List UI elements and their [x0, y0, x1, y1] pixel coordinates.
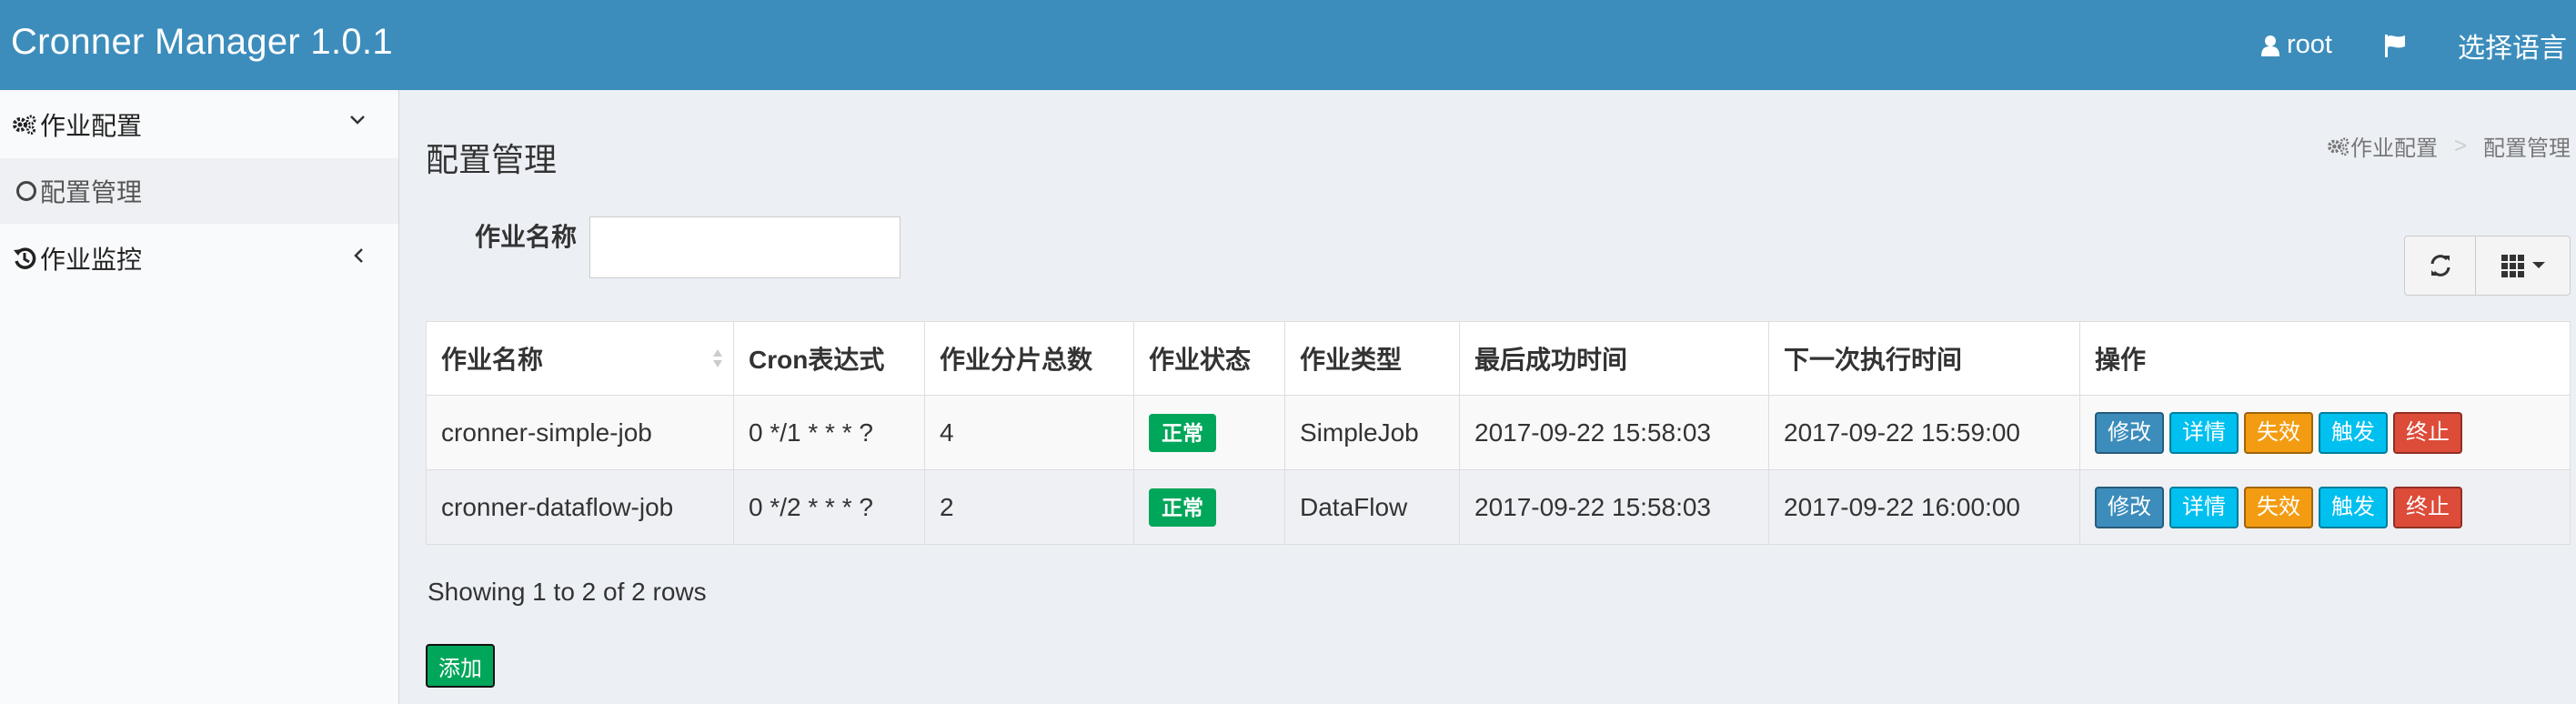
detail-button[interactable]: 详情	[2169, 486, 2239, 528]
job-table: 作业名称 Cron表达式 作业分片总数 作业状态 作业类型 最后成功时间 下一次…	[426, 321, 2571, 545]
cell-job-name: cronner-dataflow-job	[426, 469, 734, 545]
sidebar: 作业配置 配置管理 作业监控	[0, 90, 399, 704]
caret-down-icon	[2531, 262, 2545, 268]
cell-job-name: cronner-simple-job	[426, 395, 734, 470]
cell-next-exec: 2017-09-22 16:00:00	[1768, 469, 2080, 545]
status-badge: 正常	[1149, 413, 1216, 452]
breadcrumb-label: 作业配置	[2350, 136, 2438, 161]
cell-last-success: 2017-09-22 15:58:03	[1459, 395, 1769, 470]
refresh-icon	[2430, 255, 2450, 277]
column-header-type: 作业类型	[1284, 321, 1460, 396]
breadcrumb-item-current: 配置管理	[2483, 136, 2571, 161]
add-button[interactable]: 添加	[426, 644, 495, 688]
detail-button[interactable]: 详情	[2169, 411, 2239, 454]
user-name: root	[2287, 30, 2332, 59]
history-icon	[11, 245, 38, 272]
user-menu[interactable]: root	[2236, 0, 2358, 90]
chevron-down-icon	[350, 116, 365, 125]
modify-button[interactable]: 修改	[2095, 411, 2164, 454]
language-select[interactable]: 选择语言	[2432, 0, 2576, 90]
top-navbar: Cronner Manager 1.0.1 root 选择语言	[0, 0, 2576, 90]
app-title[interactable]: Cronner Manager 1.0.1	[11, 22, 393, 63]
breadcrumb: 作业配置 > 配置管理	[2327, 130, 2571, 162]
table-row: cronner-simple-job 0 */1 * * * ? 4 正常 Si…	[426, 395, 2571, 470]
gears-icon	[11, 111, 38, 138]
cell-status: 正常	[1133, 395, 1285, 470]
columns-dropdown-button[interactable]	[2476, 236, 2570, 295]
column-header-next-exec: 下一次执行时间	[1768, 321, 2080, 396]
status-badge: 正常	[1149, 488, 1216, 527]
flag-button[interactable]	[2358, 0, 2432, 90]
modify-button[interactable]: 修改	[2095, 486, 2164, 528]
cell-status: 正常	[1133, 469, 1285, 545]
grid-icon	[2501, 255, 2524, 277]
terminate-button[interactable]: 终止	[2393, 486, 2462, 528]
cell-next-exec: 2017-09-22 15:59:00	[1768, 395, 2080, 470]
disable-button[interactable]: 失效	[2244, 486, 2313, 528]
navbar-right: root 选择语言	[2236, 0, 2576, 90]
job-name-search-input[interactable]	[589, 216, 901, 278]
sidebar-item-job-monitor[interactable]: 作业监控	[0, 224, 398, 292]
sidebar-item-job-config[interactable]: 作业配置	[0, 90, 398, 158]
trigger-button[interactable]: 触发	[2319, 486, 2388, 528]
sidebar-item-label: 作业监控	[40, 245, 143, 274]
cell-type: DataFlow	[1284, 469, 1460, 545]
table-row: cronner-dataflow-job 0 */2 * * * ? 2 正常 …	[426, 469, 2571, 545]
main-content: 配置管理 作业配置 > 配置管理 作业名称 作业名称 Cron表达式 作业分片总…	[400, 90, 2576, 704]
column-header-shards: 作业分片总数	[924, 321, 1134, 396]
page-title: 配置管理	[426, 141, 558, 178]
cell-cron: 0 */1 * * * ?	[733, 395, 925, 470]
terminate-button[interactable]: 终止	[2393, 411, 2462, 454]
chevron-left-icon	[354, 248, 363, 263]
column-header-last-success: 最后成功时间	[1459, 321, 1769, 396]
column-header-actions: 操作	[2079, 321, 2571, 396]
cell-type: SimpleJob	[1284, 395, 1460, 470]
breadcrumb-item-job-config[interactable]: 作业配置	[2327, 130, 2438, 162]
breadcrumb-separator: >	[2453, 133, 2467, 158]
sidebar-item-label: 作业配置	[40, 111, 143, 140]
gears-icon	[2328, 136, 2350, 156]
sidebar-item-config-manage[interactable]: 配置管理	[0, 158, 398, 224]
column-header-label: 作业名称	[441, 346, 544, 374]
sidebar-subitem-label: 配置管理	[40, 178, 143, 206]
refresh-button[interactable]	[2405, 236, 2476, 295]
disable-button[interactable]: 失效	[2244, 411, 2313, 454]
circle-icon	[16, 181, 36, 201]
column-header-status: 作业状态	[1133, 321, 1285, 396]
column-header-cron: Cron表达式	[733, 321, 925, 396]
table-header-row: 作业名称 Cron表达式 作业分片总数 作业状态 作业类型 最后成功时间 下一次…	[426, 321, 2571, 396]
cell-actions: 修改 详情 失效 触发 终止	[2079, 469, 2571, 545]
cell-actions: 修改 详情 失效 触发 终止	[2079, 395, 2571, 470]
search-label: 作业名称	[475, 223, 578, 251]
column-header-name[interactable]: 作业名称	[426, 321, 734, 396]
user-icon	[2261, 35, 2280, 56]
sort-icon	[713, 349, 722, 367]
trigger-button[interactable]: 触发	[2319, 411, 2388, 454]
flag-icon	[2385, 34, 2405, 57]
pagination-info: Showing 1 to 2 of 2 rows	[428, 578, 707, 606]
cell-last-success: 2017-09-22 15:58:03	[1459, 469, 1769, 545]
cell-shards: 2	[924, 469, 1134, 545]
table-toolbar	[2404, 236, 2571, 296]
cell-shards: 4	[924, 395, 1134, 470]
cell-cron: 0 */2 * * * ?	[733, 469, 925, 545]
